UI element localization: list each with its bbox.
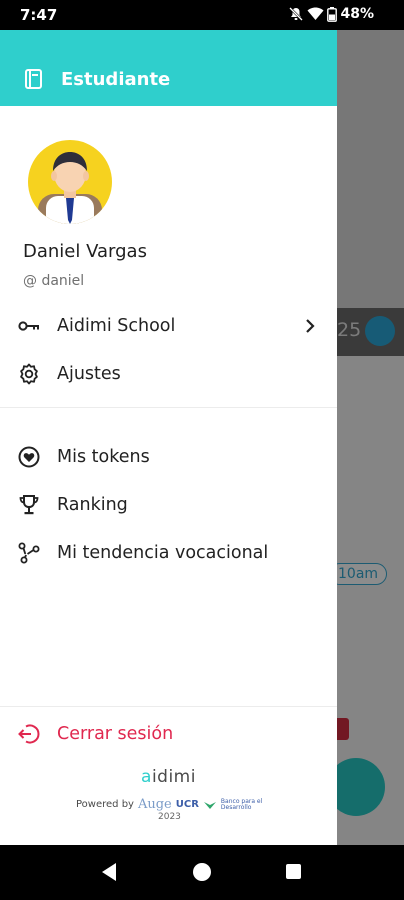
- battery-percent: 48%: [340, 6, 374, 22]
- back-icon[interactable]: [100, 862, 118, 886]
- status-icons: 48%: [288, 6, 374, 22]
- gear-icon: [17, 362, 41, 386]
- logout-icon: [17, 722, 41, 746]
- ucr-logo: UCR: [175, 799, 199, 810]
- system-nav-bar: [0, 845, 404, 900]
- menu-item-tendencia-vocacional[interactable]: Mi tendencia vocacional: [0, 531, 337, 575]
- book-icon: [23, 68, 45, 94]
- logout-label: Cerrar sesión: [57, 724, 174, 744]
- menu-label: Mi tendencia vocacional: [57, 543, 269, 563]
- avatar[interactable]: [28, 140, 112, 224]
- brand-letter: a: [141, 767, 152, 787]
- footer-divider: [0, 706, 337, 707]
- status-bar: 7:47 48%: [0, 0, 404, 30]
- menu-item-aidimi-school[interactable]: Aidimi School: [0, 304, 337, 348]
- trophy-icon: [17, 493, 41, 517]
- drawer-scrim[interactable]: [337, 30, 404, 845]
- menu-item-ajustes[interactable]: Ajustes: [0, 352, 337, 396]
- battery-icon: [327, 6, 338, 22]
- menu-label: Ranking: [57, 495, 128, 515]
- menu-label: Mis tokens: [57, 447, 150, 467]
- key-icon: [17, 314, 41, 338]
- profile-handle: @ daniel: [23, 273, 85, 289]
- brand-rest: idimi: [151, 767, 196, 787]
- bpd-leaf-icon: [203, 801, 216, 809]
- logout-button[interactable]: Cerrar sesión: [0, 712, 337, 756]
- recents-icon[interactable]: [286, 864, 301, 879]
- powered-by-label: Powered by: [76, 799, 134, 810]
- navigation-drawer: Estudiante Daniel Vargas @ daniel Aidimi…: [0, 30, 337, 845]
- bpd-logo: Banco para el Desarrollo: [220, 797, 263, 811]
- footer-year: 2023: [158, 812, 181, 822]
- chevron-right-icon: [300, 316, 320, 336]
- mute-icon: [288, 6, 304, 22]
- menu-item-ranking[interactable]: Ranking: [0, 483, 337, 527]
- auge-logo: Auge: [137, 797, 172, 812]
- menu-item-mis-tokens[interactable]: Mis tokens: [0, 435, 337, 479]
- home-icon[interactable]: [193, 863, 211, 881]
- menu-label: Ajustes: [57, 364, 121, 384]
- drawer-header: Estudiante: [0, 30, 337, 106]
- powered-by: Powered by Auge UCR Banco para el Desarro…: [76, 797, 262, 812]
- share-nodes-icon: [17, 541, 41, 565]
- aidimi-logo: aidimi: [0, 767, 337, 787]
- menu-label: Aidimi School: [57, 316, 176, 336]
- heart-token-icon: [17, 445, 41, 469]
- menu-divider: [0, 407, 337, 408]
- profile-name: Daniel Vargas: [23, 241, 147, 262]
- status-time: 7:47: [20, 6, 58, 24]
- wifi-icon: [307, 7, 324, 21]
- drawer-title: Estudiante: [61, 69, 171, 90]
